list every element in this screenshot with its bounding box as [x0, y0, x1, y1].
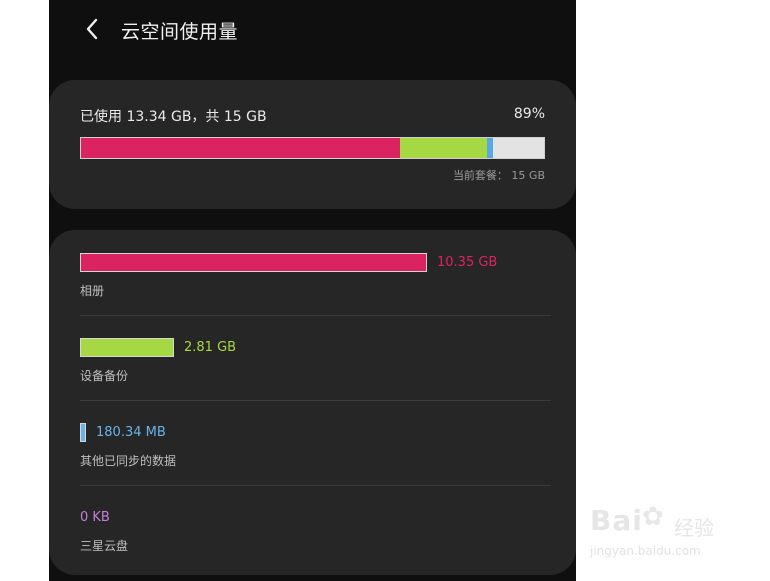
- chevron-left-icon: [86, 18, 98, 40]
- current-plan-text: 当前套餐： 15 GB: [452, 169, 545, 182]
- storage-usage-bar: [80, 137, 545, 159]
- category-label: 相册: [80, 284, 105, 298]
- usage-percent: 89%: [513, 106, 545, 122]
- top-app-bar: 云空间使用量: [49, 0, 576, 60]
- category-bar: [80, 423, 86, 442]
- usage-bar-segment: [487, 138, 493, 158]
- storage-summary-card: 已使用 13.34 GB，共 15 GB 89% 当前套餐： 15 GB: [49, 80, 576, 209]
- back-button[interactable]: [77, 14, 107, 44]
- category-value: 180.34 MB: [96, 425, 166, 440]
- baidu-jingyan-watermark: Bai ✿ 经验 jingyan.baidu.com: [588, 500, 738, 570]
- usage-bar-segment: [81, 138, 401, 158]
- category-row-photos[interactable]: 10.35 GB 相册: [49, 230, 576, 315]
- category-bar: [80, 338, 174, 357]
- category-label: 其他已同步的数据: [80, 454, 177, 468]
- storage-breakdown-card: 10.35 GB 相册 2.81 GB 设备备份 180.34 MB 其他已同步…: [49, 230, 576, 575]
- paw-icon: ✿: [642, 502, 664, 532]
- category-value: 10.35 GB: [437, 255, 498, 270]
- category-bar: [80, 253, 427, 272]
- category-value: 2.81 GB: [184, 340, 237, 355]
- phone-screen: 云空间使用量 已使用 13.34 GB，共 15 GB 89% 当前套餐： 15…: [49, 0, 576, 581]
- watermark-logo: Bai: [590, 504, 643, 537]
- category-label: 设备备份: [80, 369, 129, 383]
- category-row-samsung-cloud-drive[interactable]: 0 KB 三星云盘: [49, 485, 576, 570]
- category-row-other-synced-data[interactable]: 180.34 MB 其他已同步的数据: [49, 400, 576, 485]
- page-title: 云空间使用量: [121, 21, 239, 43]
- usage-bar-segment: [400, 138, 488, 158]
- category-label: 三星云盘: [80, 539, 129, 553]
- category-value: 0 KB: [80, 510, 110, 525]
- watermark-brand: 经验: [674, 516, 714, 540]
- watermark-url: jingyan.baidu.com: [590, 544, 701, 558]
- used-storage-text: 已使用 13.34 GB，共 15 GB: [80, 109, 267, 125]
- category-row-device-backup[interactable]: 2.81 GB 设备备份: [49, 315, 576, 400]
